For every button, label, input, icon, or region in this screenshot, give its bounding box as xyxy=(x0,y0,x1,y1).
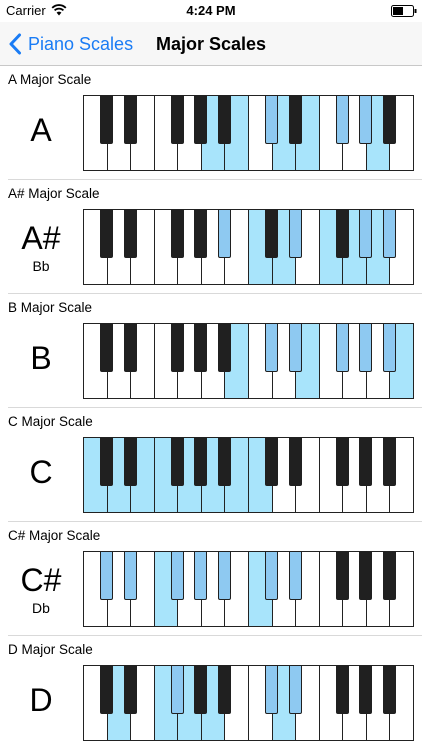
black-key xyxy=(123,665,137,714)
navigation-bar: Piano Scales Major Scales xyxy=(0,22,422,66)
black-key xyxy=(288,95,302,144)
black-key xyxy=(264,665,279,714)
black-key xyxy=(264,209,279,258)
key-name: A xyxy=(30,112,52,148)
key-name: B xyxy=(30,340,52,376)
black-key xyxy=(217,551,232,600)
black-key xyxy=(264,551,279,600)
key-name: C xyxy=(29,454,53,490)
black-key xyxy=(382,95,397,144)
scale-row-d[interactable]: D Major Scale D xyxy=(0,636,422,750)
chevron-left-icon xyxy=(9,33,21,55)
status-bar: Carrier 4:24 PM xyxy=(0,0,422,22)
black-key xyxy=(359,551,373,600)
black-key xyxy=(194,95,208,144)
black-key xyxy=(335,323,349,372)
black-key xyxy=(217,323,232,372)
scale-title: C Major Scale xyxy=(8,414,93,429)
scale-title: C# Major Scale xyxy=(8,528,101,543)
enharmonic-name: Bb xyxy=(32,258,50,274)
black-key xyxy=(170,209,184,258)
black-key xyxy=(335,665,349,714)
black-key xyxy=(170,665,184,714)
black-key xyxy=(99,437,114,486)
black-key xyxy=(288,551,302,600)
black-key xyxy=(170,323,184,372)
black-key xyxy=(264,95,279,144)
black-key xyxy=(170,551,184,600)
piano-keyboard xyxy=(83,95,414,171)
battery-icon xyxy=(391,5,417,17)
black-key xyxy=(382,551,397,600)
black-key xyxy=(99,665,114,714)
scale-row-a-sharp[interactable]: A# Major Scale A# Bb xyxy=(0,180,422,294)
black-key xyxy=(359,95,373,144)
black-key xyxy=(359,209,373,258)
key-name: A# xyxy=(21,220,61,256)
black-key xyxy=(217,437,232,486)
black-key xyxy=(359,323,373,372)
black-key xyxy=(382,437,397,486)
back-button[interactable]: Piano Scales xyxy=(8,22,133,66)
black-key xyxy=(99,209,114,258)
piano-keyboard xyxy=(83,437,414,513)
scale-title: B Major Scale xyxy=(8,300,93,315)
black-key xyxy=(335,437,349,486)
enharmonic-name: Db xyxy=(32,600,50,616)
black-key xyxy=(99,323,114,372)
black-key xyxy=(217,95,232,144)
piano-keyboard xyxy=(83,665,414,741)
black-key xyxy=(359,665,373,714)
black-key xyxy=(288,209,302,258)
black-key xyxy=(359,437,373,486)
black-key xyxy=(217,665,232,714)
key-name: D xyxy=(29,682,53,718)
black-key xyxy=(264,323,279,372)
scale-title: D Major Scale xyxy=(8,642,93,657)
black-key xyxy=(382,323,397,372)
black-key xyxy=(288,323,302,372)
black-key xyxy=(194,209,208,258)
page-title: Major Scales xyxy=(155,34,267,54)
black-key xyxy=(99,551,114,600)
black-key xyxy=(123,551,137,600)
black-key xyxy=(123,323,137,372)
black-key xyxy=(382,665,397,714)
scale-row-b[interactable]: B Major Scale B xyxy=(0,294,422,408)
scales-list: A Major Scale A A# Major Scale A# Bb B M… xyxy=(0,66,422,750)
black-key xyxy=(194,323,208,372)
black-key xyxy=(288,665,302,714)
scale-row-c[interactable]: C Major Scale C xyxy=(0,408,422,522)
piano-keyboard xyxy=(83,323,414,399)
black-key xyxy=(123,95,137,144)
scale-row-a[interactable]: A Major Scale A xyxy=(0,66,422,180)
key-name: C# xyxy=(20,562,62,598)
scale-title: A# Major Scale xyxy=(8,186,100,201)
black-key xyxy=(264,437,279,486)
black-key xyxy=(335,551,349,600)
black-key xyxy=(170,437,184,486)
piano-keyboard xyxy=(83,209,414,285)
black-key xyxy=(123,437,137,486)
black-key xyxy=(123,209,137,258)
piano-keyboard xyxy=(83,551,414,627)
black-key xyxy=(335,209,349,258)
app-screen: Carrier 4:24 PM Piano Scales Major Scale… xyxy=(0,0,422,750)
black-key xyxy=(194,551,208,600)
black-key xyxy=(194,665,208,714)
black-key xyxy=(288,437,302,486)
black-key xyxy=(217,209,232,258)
status-time: 4:24 PM xyxy=(186,3,236,18)
black-key xyxy=(335,95,349,144)
scale-row-c-sharp[interactable]: C# Major Scale C# Db xyxy=(0,522,422,636)
black-key xyxy=(99,95,114,144)
back-button-label: Piano Scales xyxy=(28,33,134,54)
black-key xyxy=(170,95,184,144)
scale-title: A Major Scale xyxy=(8,72,92,87)
black-key xyxy=(382,209,397,258)
black-key xyxy=(194,437,208,486)
